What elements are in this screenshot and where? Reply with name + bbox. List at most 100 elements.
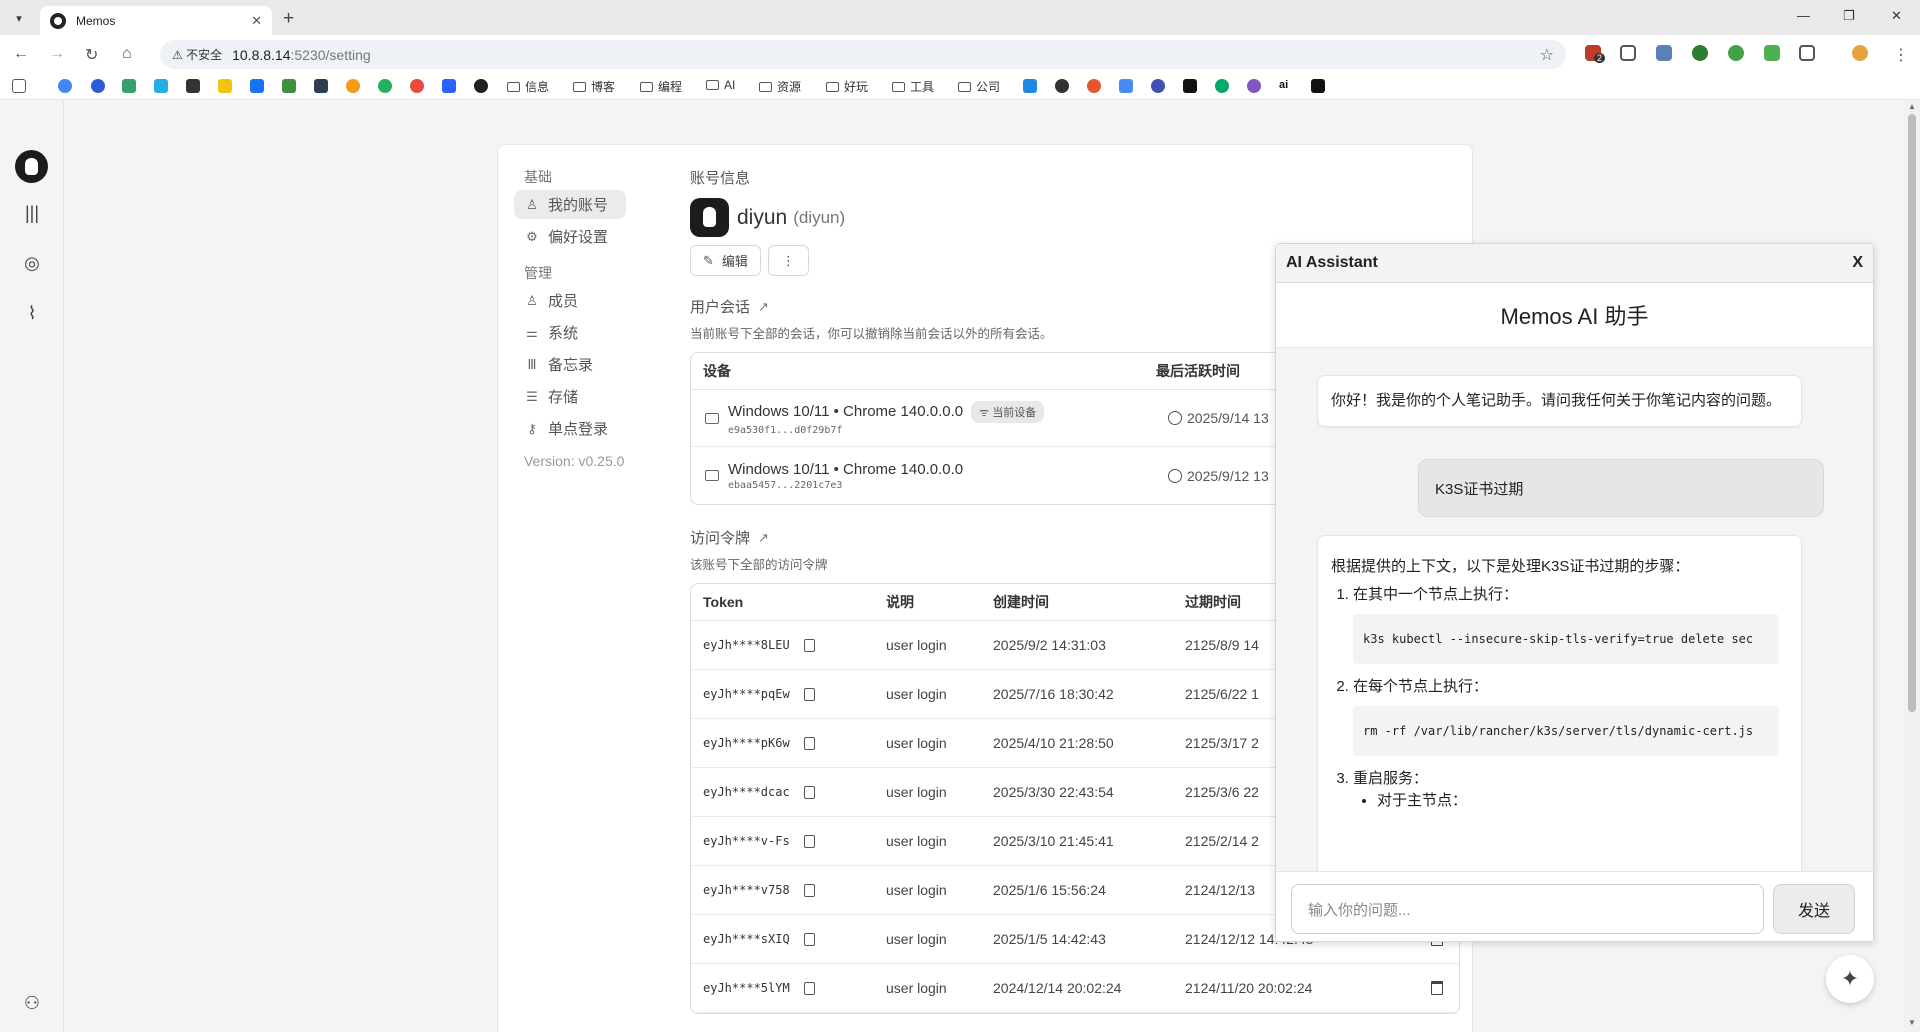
bookmark-icon[interactable] [186, 79, 200, 93]
attachment-paperclip-icon[interactable]: ⌇ [20, 301, 44, 325]
copy-icon[interactable] [803, 736, 815, 750]
bookmark-icon[interactable] [1183, 79, 1197, 93]
user-profile-icon[interactable]: ⚇ [20, 991, 44, 1015]
zhihu-bookmark-icon[interactable] [250, 79, 264, 93]
copy-icon[interactable] [803, 687, 815, 701]
bookmark-folder[interactable]: 博客 [573, 78, 615, 95]
gemini-bookmark-icon[interactable] [1119, 79, 1133, 93]
bookmark-icon[interactable] [474, 79, 488, 93]
extension-icon[interactable] [1656, 45, 1672, 61]
screenshot-extension-icon[interactable] [1620, 45, 1636, 61]
bookmark-icon[interactable] [218, 79, 232, 93]
ai-chat-messages[interactable]: 你好！我是你的个人笔记助手。请问我任何关于你笔记内容的问题。 K3S证书过期 根… [1276, 349, 1873, 871]
bookmark-folder[interactable]: 信息 [507, 78, 549, 95]
settings-item-memos[interactable]: Ⅲ 备忘录 [514, 350, 644, 379]
tab-search-icon[interactable]: ▾ [8, 7, 30, 29]
google-bookmark-icon[interactable] [58, 79, 72, 93]
sparkle-icon: ✦ [1840, 966, 1860, 991]
bookmark-icon[interactable] [1151, 79, 1165, 93]
forward-icon[interactable]: → [49, 45, 65, 63]
extension-icon[interactable] [1728, 45, 1744, 61]
bookmark-icon[interactable] [442, 79, 456, 93]
minimize-icon[interactable]: — [1797, 8, 1810, 23]
restore-icon[interactable]: ❐ [1843, 8, 1855, 24]
bookmark-folder[interactable]: 工具 [892, 78, 934, 95]
send-button[interactable]: 发送 [1773, 884, 1855, 934]
copy-icon[interactable] [803, 785, 815, 799]
menu-kebab-icon[interactable]: ⋮ [1893, 45, 1909, 65]
more-actions-button[interactable]: ⋮ [767, 245, 809, 276]
close-tab-icon[interactable]: ✕ [251, 13, 262, 29]
bookmarks-bar: 信息 博客 编程 AI 资源 好玩 工具 公司 ai [0, 73, 1920, 100]
settings-item-preferences[interactable]: ⚙ 偏好设置 [514, 222, 644, 251]
answer-intro: 根据提供的上下文，以下是处理K3S证书过期的步骤： [1331, 558, 1690, 575]
delete-trash-icon[interactable] [1431, 981, 1443, 995]
last-active-time: 2025/9/12 13 [1187, 467, 1269, 484]
extension-icon[interactable] [1692, 45, 1708, 61]
extension-icon[interactable] [1764, 45, 1780, 61]
bookmark-icon[interactable] [1311, 79, 1325, 93]
baidu-bookmark-icon[interactable] [91, 79, 105, 93]
library-icon[interactable]: ||| [20, 201, 44, 225]
copy-icon[interactable] [803, 981, 815, 995]
col-last-active: 最后活跃时间 [1156, 363, 1240, 379]
scrollbar-thumb[interactable] [1908, 114, 1916, 712]
extensions-puzzle-icon[interactable] [1799, 45, 1815, 61]
bilibili-bookmark-icon[interactable] [154, 79, 168, 93]
settings-item-members[interactable]: ♙ 成员 [514, 286, 644, 315]
scroll-up-icon[interactable]: ▲ [1908, 102, 1916, 111]
address-bar[interactable]: ⚠ 不安全 10.8.8.14:5230/setting ☆ [160, 40, 1566, 69]
ai-question-input[interactable]: 输入你的问题... [1291, 884, 1764, 934]
bookmark-folder[interactable]: 资源 [759, 78, 801, 95]
copy-icon[interactable] [803, 932, 815, 946]
bookmark-icon[interactable] [122, 79, 136, 93]
bookmark-folder[interactable]: 公司 [958, 78, 1000, 95]
scroll-down-icon[interactable]: ▼ [1908, 1018, 1916, 1027]
bookmark-icon[interactable] [378, 79, 392, 93]
bookmark-folder[interactable]: 好玩 [826, 78, 868, 95]
apps-grid-icon[interactable] [12, 79, 26, 93]
settings-item-sso[interactable]: ⚷ 单点登录 [514, 414, 644, 443]
bookmark-text-ai[interactable]: ai [1279, 79, 1288, 91]
bookmark-folder[interactable]: 编程 [640, 78, 682, 95]
explore-globe-icon[interactable]: ◎ [20, 251, 44, 275]
token-description: user login [886, 931, 947, 947]
bookmark-icon[interactable] [346, 79, 360, 93]
weibo-bookmark-icon[interactable] [410, 79, 424, 93]
bookmark-folder[interactable]: AI [706, 78, 735, 92]
profile-avatar-icon[interactable] [1852, 45, 1868, 61]
reload-icon[interactable]: ↻ [85, 45, 98, 65]
external-link-icon[interactable]: ↗ [758, 299, 769, 315]
bookmark-icon[interactable] [1023, 79, 1037, 93]
home-icon[interactable]: ⌂ [122, 45, 132, 63]
back-icon[interactable]: ← [13, 45, 29, 63]
monitor-icon [705, 412, 719, 424]
url-host: 10.8.8.14 [232, 46, 291, 63]
douban-bookmark-icon[interactable] [282, 79, 296, 93]
bookmark-icon[interactable] [1215, 79, 1229, 93]
col-device: 设备 [703, 363, 731, 379]
settings-item-system[interactable]: ⚌ 系统 [514, 318, 644, 347]
bookmark-star-icon[interactable]: ☆ [1540, 45, 1554, 65]
openai-bookmark-icon[interactable] [1055, 79, 1069, 93]
window-close-icon[interactable]: ✕ [1891, 8, 1902, 24]
copy-icon[interactable] [803, 638, 815, 652]
browser-tab[interactable]: Memos ✕ [40, 6, 272, 35]
not-secure-indicator[interactable]: ⚠ 不安全 [172, 46, 222, 63]
current-device-badge: ᯤ 当前设备 [971, 400, 1045, 423]
page-scrollbar[interactable]: ▲ ▼ [1904, 100, 1920, 1032]
memos-logo-icon[interactable] [15, 150, 48, 183]
ai-assistant-fab[interactable]: ✦ [1826, 955, 1874, 1003]
settings-item-storage[interactable]: ☰ 存储 [514, 382, 644, 411]
ai-panel-close-button[interactable]: X [1852, 254, 1863, 272]
bookmark-icon[interactable] [1247, 79, 1261, 93]
bookmark-icon[interactable] [314, 79, 328, 93]
edit-button[interactable]: ✎ 编辑 [690, 245, 761, 276]
settings-item-my-account[interactable]: ♙ 我的账号 [514, 190, 626, 219]
claude-bookmark-icon[interactable] [1087, 79, 1101, 93]
new-tab-icon[interactable]: + [283, 8, 294, 30]
key-icon: ⚷ [527, 420, 537, 436]
copy-icon[interactable] [803, 883, 815, 897]
copy-icon[interactable] [803, 834, 815, 848]
external-link-icon[interactable]: ↗ [758, 530, 769, 546]
